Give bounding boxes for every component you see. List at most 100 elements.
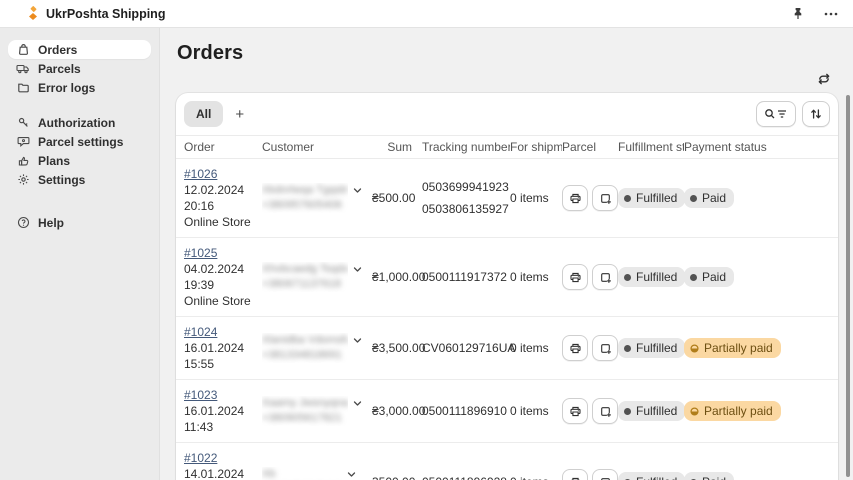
order-link[interactable]: #1025 — [184, 246, 217, 260]
status-dot-icon — [624, 195, 631, 202]
column-header-order[interactable]: Order — [184, 140, 262, 154]
order-sum: ₴3,000.00 — [372, 403, 422, 419]
topbar: UkrPoshta Shipping — [0, 0, 853, 28]
print-button[interactable] — [562, 185, 588, 211]
column-header-shipment[interactable]: For shipment — [510, 140, 562, 154]
status-dot-icon — [624, 408, 631, 415]
chevron-down-icon[interactable] — [352, 185, 363, 196]
payment-status-badge: Partially paid — [684, 401, 781, 421]
orders-card: All + — [176, 93, 838, 480]
tracking-cell: 0500111896910 — [422, 403, 510, 419]
sidebar-item-parcel-settings[interactable]: Parcel settings — [8, 132, 151, 151]
order-link[interactable]: #1022 — [184, 451, 217, 465]
sidebar-item-authorization[interactable]: Authorization — [8, 113, 151, 132]
tracking-number: 0500111896928 — [422, 474, 510, 480]
order-sum: ₴1,000.00 — [372, 269, 422, 285]
sidebar-item-label: Plans — [38, 154, 70, 168]
table-header-row: Order Customer Sum Tracking number For s… — [176, 135, 838, 159]
tracking-cell: 0500111896928 — [422, 474, 510, 480]
app-logo-icon — [28, 6, 38, 21]
order-channel: Online Store — [184, 214, 262, 230]
order-date: 16.01.2024 15:55 — [184, 340, 262, 372]
add-view-button[interactable]: + — [227, 103, 252, 126]
vertical-scrollbar[interactable] — [846, 95, 850, 477]
chevron-down-icon[interactable] — [346, 469, 357, 480]
table-row[interactable]: #1022 14.01.2024 12:30 Online Store Xb +… — [176, 443, 838, 480]
refresh-button[interactable] — [810, 67, 838, 91]
order-channel: Online Store — [184, 293, 262, 309]
sidebar-item-settings[interactable]: Settings — [8, 170, 151, 189]
order-date: 16.01.2024 11:43 — [184, 403, 262, 435]
create-parcel-button[interactable] — [592, 264, 618, 290]
sidebar-item-plans[interactable]: Plans — [8, 151, 151, 170]
customer-name-redacted: Xlanidba Vdomsfwk Bw… — [262, 333, 348, 348]
fulfillment-status-label: Fulfilled — [636, 190, 677, 206]
print-button[interactable] — [562, 469, 588, 480]
print-button[interactable] — [562, 264, 588, 290]
chevron-down-icon[interactable] — [352, 335, 363, 346]
tracking-cell: CV060129716UA — [422, 340, 510, 356]
sidebar-item-label: Parcels — [38, 62, 81, 76]
search-and-filter-button[interactable] — [756, 101, 796, 127]
sidebar: Orders Parcels Error log — [0, 28, 160, 480]
status-dot-icon — [690, 274, 697, 281]
table-row[interactable]: #1024 16.01.2024 15:55 Xlanidba Vdomsfwk… — [176, 317, 838, 380]
column-header-fulfillment[interactable]: Fulfillment status — [618, 140, 684, 154]
customer-phone-redacted: +381334818691 — [262, 348, 348, 363]
print-button[interactable] — [562, 335, 588, 361]
create-parcel-button[interactable] — [592, 398, 618, 424]
payment-status-badge: Paid — [684, 267, 734, 287]
more-options-icon[interactable] — [821, 5, 841, 23]
pin-icon[interactable] — [789, 5, 807, 23]
tracking-cell: 05036999419230503806135927 — [422, 179, 510, 217]
column-header-customer[interactable]: Customer — [262, 140, 372, 154]
sidebar-item-parcels[interactable]: Parcels — [8, 59, 151, 78]
order-sum: ₴500.00 — [372, 190, 422, 206]
create-parcel-button[interactable] — [592, 185, 618, 211]
customer-phone-redacted: +380905617821 — [262, 411, 348, 426]
customer-name-redacted: Xb — [262, 467, 342, 480]
create-parcel-button[interactable] — [592, 469, 618, 480]
sort-button[interactable] — [802, 101, 830, 127]
create-parcel-button[interactable] — [592, 335, 618, 361]
column-header-payment[interactable]: Payment status — [684, 140, 830, 154]
orders-bag-icon — [16, 43, 30, 57]
chevron-down-icon[interactable] — [352, 398, 363, 409]
print-button[interactable] — [562, 398, 588, 424]
for-shipment-count: 0 items — [510, 340, 562, 356]
plans-thumbs-up-icon — [16, 154, 30, 168]
tab-all[interactable]: All — [184, 101, 223, 127]
tracking-number: 0500111917372 — [422, 269, 510, 285]
order-date: 12.02.2024 20:16 — [184, 182, 262, 214]
order-sum: ₴500.00 — [372, 474, 422, 480]
order-sum: ₴3,500.00 — [372, 340, 422, 356]
table-row[interactable]: #1025 04.02.2024 19:39 Online Store Xhvb… — [176, 238, 838, 317]
gear-icon — [16, 173, 30, 187]
for-shipment-count: 0 items — [510, 269, 562, 285]
sidebar-item-label: Error logs — [38, 81, 95, 95]
tracking-number: 0503699941923 — [422, 179, 510, 195]
table-row[interactable]: #1026 12.02.2024 20:16 Online Store Xkdn… — [176, 159, 838, 238]
folder-icon — [16, 81, 30, 95]
column-header-sum[interactable]: Sum — [372, 140, 422, 154]
column-header-tracking[interactable]: Tracking number — [422, 140, 510, 154]
order-link[interactable]: #1023 — [184, 388, 217, 402]
fulfillment-status-label: Fulfilled — [636, 474, 677, 480]
sidebar-item-help[interactable]: Help — [8, 213, 151, 232]
order-link[interactable]: #1026 — [184, 167, 217, 181]
truck-icon — [16, 62, 30, 76]
payment-status-label: Paid — [702, 190, 726, 206]
table-row[interactable]: #1023 16.01.2024 11:43 Xaamy Jwsnyqnaso … — [176, 380, 838, 443]
sidebar-item-orders[interactable]: Orders — [8, 40, 151, 59]
column-header-parcel[interactable]: Parcel — [562, 140, 618, 154]
payment-status-label: Paid — [702, 474, 726, 480]
sidebar-item-label: Orders — [38, 43, 77, 57]
partially-paid-icon — [690, 407, 699, 416]
order-date: 04.02.2024 19:39 — [184, 261, 262, 293]
order-date: 14.01.2024 12:30 — [184, 466, 262, 480]
partially-paid-icon — [690, 344, 699, 353]
fulfillment-status-badge: Fulfilled — [618, 338, 685, 358]
sidebar-item-error-logs[interactable]: Error logs — [8, 78, 151, 97]
chevron-down-icon[interactable] — [352, 264, 363, 275]
order-link[interactable]: #1024 — [184, 325, 217, 339]
